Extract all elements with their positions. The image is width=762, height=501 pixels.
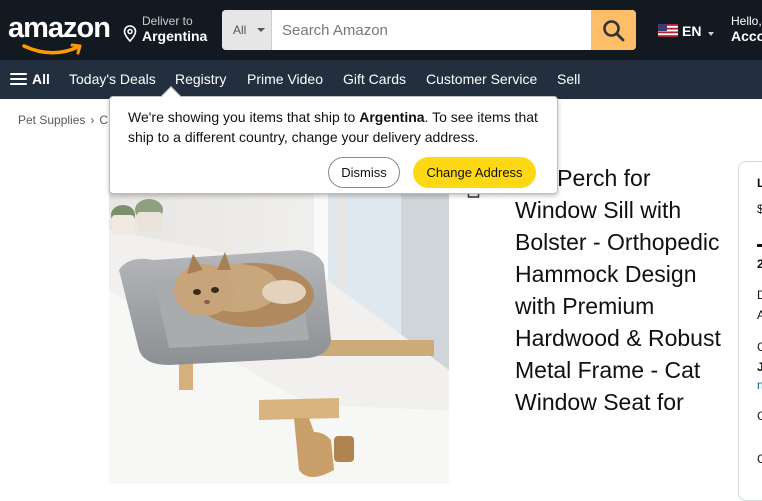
breadcrumb-item[interactable]: C <box>99 113 108 127</box>
nav-item-registry[interactable]: Registry <box>175 71 226 87</box>
buybox-fragment: C <box>757 409 762 423</box>
nav-item-customer-service[interactable]: Customer Service <box>426 71 537 87</box>
delivery-popover: We're showing you items that ship to Arg… <box>109 86 558 194</box>
account-greeting: Hello, <box>731 14 762 28</box>
product-image[interactable] <box>109 170 449 484</box>
buybox-fragment: C <box>757 340 762 354</box>
logo-smile-icon <box>22 43 82 55</box>
search-input[interactable] <box>272 10 591 50</box>
nav-item-sell[interactable]: Sell <box>557 71 580 87</box>
all-menu-label: All <box>32 71 50 87</box>
buybox-fragment: $ <box>757 202 762 216</box>
popover-message: We're showing you items that ship to Arg… <box>128 107 548 147</box>
nav-item-prime-video[interactable]: Prime Video <box>247 71 323 87</box>
product-title: Cat Perch for Window Sill with Bolster -… <box>515 165 721 415</box>
chevron-down-icon <box>708 32 714 36</box>
nav-item-todays-deals[interactable]: Today's Deals <box>69 71 156 87</box>
nav-item-gift-cards[interactable]: Gift Cards <box>343 71 406 87</box>
search-icon <box>603 20 625 42</box>
account-menu[interactable]: Hello, Acco <box>731 14 762 48</box>
chevron-down-icon <box>257 28 265 32</box>
buybox-fragment: 2 <box>757 257 762 271</box>
buy-box: L $ 2 D A C J n C C <box>738 161 762 501</box>
search-category-label: All <box>233 23 247 37</box>
deliver-country: Argentina <box>142 28 208 44</box>
buybox-fragment: A <box>757 308 762 322</box>
top-header: amazon Deliver to Argentina All Search A… <box>0 0 762 60</box>
amazon-logo[interactable]: amazon <box>8 10 111 55</box>
dismiss-button[interactable]: Dismiss <box>328 157 400 188</box>
change-address-button[interactable]: Change Address <box>413 157 536 188</box>
buybox-fragment[interactable]: n <box>757 378 762 392</box>
us-flag-icon <box>658 24 678 37</box>
breadcrumb-item[interactable]: Pet Supplies <box>18 113 85 127</box>
deliver-label: Deliver to <box>142 14 193 28</box>
search-bar: All <box>222 10 636 50</box>
nav-bar: All Today's Deals Registry Prime Video G… <box>0 60 762 99</box>
deliver-to[interactable]: Deliver to Argentina <box>123 14 218 48</box>
logo-text: amazon <box>8 12 111 44</box>
breadcrumb-separator: › <box>90 113 95 127</box>
product-photo <box>109 170 449 484</box>
hamburger-icon <box>10 73 27 85</box>
popover-message-country: Argentina <box>359 109 425 125</box>
buybox-divider <box>757 244 762 247</box>
buybox-fragment: D <box>757 288 762 302</box>
buybox-fragment: C <box>757 452 762 466</box>
account-label: Acco <box>731 28 762 44</box>
language-selector[interactable]: EN <box>658 21 718 41</box>
language-label: EN <box>682 23 702 39</box>
search-category-select[interactable]: All <box>222 10 272 50</box>
location-pin-icon <box>123 25 137 42</box>
buybox-fragment: J <box>757 360 762 374</box>
popover-message-prefix: We're showing you items that ship to <box>128 109 360 125</box>
buybox-fragment: L <box>757 176 762 190</box>
breadcrumb: Pet Supplies › C <box>18 113 108 127</box>
search-button[interactable] <box>591 10 636 50</box>
